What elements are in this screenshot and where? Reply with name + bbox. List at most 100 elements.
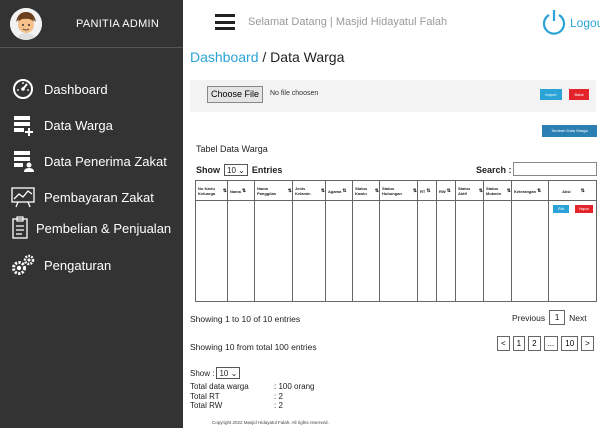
sidebar-item-pembayaran-zakat[interactable]: Pembayaran Zakat (10, 185, 154, 209)
welcome-text: Selamat Datang | Masjid Hidayatul Falah (248, 16, 448, 28)
table-header: No Kartu Keluarga ⇅ Nama ⇅ Nama Panggilan ⇅… (196, 181, 596, 201)
page-next-button[interactable]: > (581, 336, 594, 351)
breadcrumb-separator: / (258, 49, 271, 65)
column-divider (325, 201, 326, 301)
breadcrumb: Dashboard / Data Warga (190, 49, 344, 65)
page-1-button[interactable]: 1 (512, 336, 526, 351)
next-button[interactable]: Next (569, 313, 586, 323)
sidebar-item-label: Data Warga (44, 117, 113, 133)
stat-row: Total data warga: 100 orang (190, 382, 315, 391)
dashboard-gauge-icon (10, 77, 36, 101)
sort-icon: ⇅ (412, 187, 417, 194)
logout-link[interactable]: Logou (570, 16, 600, 30)
th-rt[interactable]: RT ⇅ (418, 181, 437, 201)
sidebar-item-pengaturan[interactable]: Pengaturan (10, 253, 111, 277)
th-no-kartu-keluarga[interactable]: No Kartu Keluarga ⇅ (196, 181, 228, 201)
column-divider (254, 201, 255, 301)
import-button[interactable]: Import (540, 89, 562, 100)
sidebar-item-label: Dashboard (44, 81, 108, 97)
sort-icon: ⇅ (478, 187, 483, 194)
sort-icon: ⇅ (222, 187, 227, 194)
column-divider (483, 201, 484, 301)
th-nama[interactable]: Nama ⇅ (228, 181, 255, 201)
sort-icon: ⇅ (580, 187, 585, 194)
sidebar-item-data-warga[interactable]: Data Warga (10, 113, 113, 137)
pagination: Previous 1 Next (512, 310, 587, 325)
stat-row: Total RW: 2 (190, 401, 283, 410)
column-divider (227, 201, 228, 301)
import-panel: Choose File No file choosen Import Batal (190, 80, 596, 112)
entries-select[interactable]: 10 ⌄ (224, 164, 248, 176)
column-divider (292, 201, 293, 301)
page-prev-button[interactable]: < (497, 336, 510, 351)
column-divider (511, 201, 512, 301)
th-status-mukmin[interactable]: Status Mukmin ⇅ (484, 181, 512, 201)
page-ellipsis: ... (543, 336, 559, 351)
choose-file-button[interactable]: Choose File (207, 86, 263, 103)
sidebar-header: PANITIA ADMIN (0, 0, 183, 48)
search-label: Search : (476, 165, 512, 175)
hapus-button[interactable]: Hapus (575, 205, 593, 213)
stat-row: Total RT: 2 (190, 391, 283, 401)
payment-chart-icon (10, 185, 36, 209)
sidebar-item-label: Data Penerima Zakat (44, 153, 167, 169)
sort-icon: ⇅ (342, 187, 347, 194)
th-status-hubungan[interactable]: Status Hubungan ⇅ (380, 181, 418, 201)
show-total-control: Show : 10 ⌄ (190, 367, 244, 379)
breadcrumb-dashboard-link[interactable]: Dashboard (190, 49, 259, 65)
page-10-button[interactable]: 10 (561, 336, 579, 351)
edit-button[interactable]: Edit (553, 205, 569, 213)
clipboard-icon (10, 216, 30, 240)
pagination-numbers: < 1 2 ... 10 > (497, 336, 597, 351)
app-root: PANITIA ADMIN Dashboard Data Warga Data … (0, 0, 600, 428)
avatar[interactable] (10, 8, 42, 40)
sidebar-item-data-penerima-zakat[interactable]: Data Penerima Zakat (10, 149, 167, 173)
showing-entries-text: Showing 1 to 10 of 10 entries (190, 314, 301, 324)
hamburger-menu-icon[interactable] (215, 14, 235, 30)
tambah-data-warga-button[interactable]: Tambah Data Warga (542, 125, 597, 137)
th-rw[interactable]: RW ⇅ (437, 181, 456, 201)
th-status-kawin[interactable]: Status Kawin ⇅ (353, 181, 380, 201)
list-add-icon (10, 113, 36, 137)
th-jenis-kelamin[interactable]: Jenis Kelamin ⇅ (293, 181, 326, 201)
sidebar: PANITIA ADMIN Dashboard Data Warga Data … (0, 0, 183, 428)
column-divider (455, 201, 456, 301)
th-aksi[interactable]: Aksi ⇅ (549, 181, 596, 201)
show-total-label: Show : (190, 368, 215, 378)
show-total-select[interactable]: 10 ⌄ (216, 367, 241, 379)
data-warga-table: No Kartu Keluarga ⇅ Nama ⇅ Nama Panggilan ⇅… (195, 180, 597, 302)
sort-icon: ⇅ (426, 187, 431, 194)
showing-total-text: Showing 10 from total 100 entries (190, 342, 317, 352)
th-status-aktif[interactable]: Status Aktif ⇅ (456, 181, 484, 201)
column-divider (352, 201, 353, 301)
sort-icon: ⇅ (287, 187, 292, 194)
th-agama[interactable]: Agama ⇅ (326, 181, 353, 201)
power-icon[interactable] (540, 8, 568, 36)
sidebar-item-pembelian-penjualan[interactable]: Pembelian & Penjualan (10, 216, 171, 240)
column-divider (379, 201, 380, 301)
gears-icon (10, 253, 36, 277)
user-list-icon (10, 149, 36, 173)
column-divider (436, 201, 437, 301)
page-2-button[interactable]: 2 (528, 336, 541, 351)
chevron-down-icon: ⌄ (238, 166, 245, 175)
page-button[interactable]: 1 (549, 310, 566, 325)
sidebar-item-dashboard[interactable]: Dashboard (10, 77, 108, 101)
th-keterangan[interactable]: Keterangan ⇅ (512, 181, 549, 201)
topbar: Selamat Datang | Masjid Hidayatul Falah … (183, 0, 600, 46)
copyright-text: Copyright 2022 Masjid Hidayatul Falah. A… (212, 420, 329, 425)
no-file-text: No file choosen (270, 90, 319, 97)
sort-icon: ⇅ (241, 187, 247, 194)
search-input[interactable] (513, 162, 597, 176)
sidebar-item-label: Pembelian & Penjualan (36, 220, 172, 236)
sort-icon: ⇅ (537, 187, 542, 194)
sort-icon: ⇅ (320, 187, 325, 194)
batal-button[interactable]: Batal (569, 89, 589, 100)
previous-button[interactable]: Previous (512, 313, 545, 323)
sidebar-item-label: Pengaturan (44, 257, 112, 273)
avatar-face-icon (10, 8, 42, 40)
breadcrumb-current: Data Warga (270, 49, 345, 65)
chevron-down-icon: ⌄ (230, 369, 238, 378)
show-label: Show (196, 165, 220, 175)
th-nama-panggilan[interactable]: Nama Panggilan ⇅ (255, 181, 293, 201)
